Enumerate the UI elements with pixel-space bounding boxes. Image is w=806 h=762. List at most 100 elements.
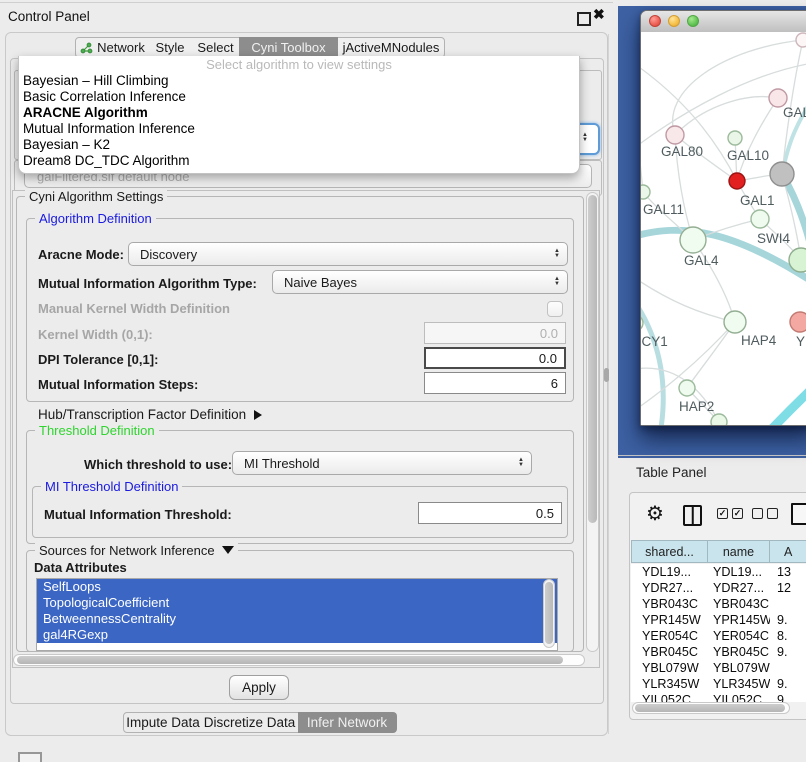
table-row[interactable]: YBL079W YBL079W — [631, 660, 806, 676]
dpi-tolerance-field[interactable]: 0.0 — [424, 347, 566, 369]
data-attribute-option[interactable]: gal4RGexp — [37, 627, 557, 643]
algorithm-dropdown-hint: Select algorithm to view settings — [19, 56, 579, 73]
cell-value: 12 — [770, 580, 806, 596]
mi-type-combo[interactable]: Naive Bayes ▲▼ — [272, 270, 568, 294]
columns-icon[interactable] — [683, 505, 702, 526]
network-node[interactable] — [724, 311, 746, 333]
which-threshold-combo[interactable]: MI Threshold ▲▼ — [232, 451, 532, 475]
aracne-mode-combo[interactable]: Discovery ▲▼ — [128, 242, 568, 266]
network-node[interactable] — [728, 131, 742, 145]
algorithm-option[interactable]: ARACNE Algorithm — [19, 105, 579, 121]
algorithm-option[interactable]: Dream8 DC_TDC Algorithm — [19, 153, 579, 169]
cell-shared-name: YLR345W — [631, 676, 708, 692]
algorithm-option[interactable]: Basic Correlation Inference — [19, 89, 579, 105]
data-attribute-option[interactable]: BetweennessCentrality — [37, 611, 557, 627]
table-row[interactable]: YBR045C YBR045C 9. — [631, 644, 806, 660]
network-canvas[interactable]: GALGAL80GAL10GAL1GAL11GAL4SWI4GCY1HAP4YH… — [641, 32, 806, 425]
cell-name: YBL079W — [708, 660, 770, 676]
cell-name: YIL052C — [708, 692, 770, 702]
combo-arrows-icon: ▲▼ — [554, 249, 560, 259]
network-node[interactable] — [751, 210, 769, 228]
network-node[interactable] — [666, 126, 684, 144]
column-header-name[interactable]: name — [708, 540, 770, 563]
apply-button[interactable]: Apply — [229, 675, 289, 700]
network-node[interactable] — [789, 248, 806, 272]
tab-label: Select — [197, 40, 233, 55]
algorithm-dropdown-popup: Select algorithm to view settings Bayesi… — [18, 56, 580, 174]
algorithm-option[interactable]: Bayesian – K2 — [19, 137, 579, 153]
zoom-window-button[interactable] — [687, 15, 699, 27]
mi-type-label: Mutual Information Algorithm Type: — [38, 276, 257, 291]
export-table-icon[interactable] — [791, 503, 806, 525]
data-attribute-option[interactable]: SelfLoops — [37, 579, 557, 595]
scrollbar-thumb[interactable] — [588, 195, 597, 523]
network-node[interactable] — [641, 185, 650, 199]
data-attribute-option[interactable]: TopologicalCoefficient — [37, 595, 557, 611]
mi-steps-label: Mutual Information Steps: — [38, 377, 198, 392]
algorithm-option[interactable]: Mutual Information Inference — [19, 121, 579, 137]
network-edge — [641, 60, 737, 181]
column-header-shared-name[interactable]: shared... — [631, 540, 708, 563]
select-all-columns-icon[interactable]: ✓✓ — [717, 508, 743, 519]
table-row[interactable]: YDR27... YDR27... 12 — [631, 580, 806, 596]
table-body: YDL19... YDL19... 13 YDR27... YDR27... 1… — [631, 564, 806, 702]
gear-icon[interactable]: ⚙ — [646, 503, 664, 525]
network-node[interactable] — [796, 33, 806, 47]
unselect-all-columns-icon[interactable] — [752, 508, 778, 519]
tab-cyni-toolbox[interactable]: Cyni Toolbox — [239, 37, 339, 58]
splitter-grip[interactable] — [604, 368, 609, 382]
scrollbar-thumb[interactable] — [17, 656, 563, 664]
cell-shared-name: YBR045C — [631, 644, 708, 660]
mi-steps-field[interactable]: 6 — [424, 372, 566, 394]
sources-group-title[interactable]: Sources for Network Inference — [35, 543, 238, 558]
combo-value: MI Threshold — [244, 456, 518, 471]
cell-name: YPR145W — [708, 612, 770, 628]
scrollbar-thumb[interactable] — [545, 582, 553, 644]
network-edge — [641, 294, 663, 425]
table-row[interactable]: YIL052C YIL052C 9 — [631, 692, 806, 702]
table-row[interactable]: YLR345W YLR345W 9. — [631, 676, 806, 692]
window-titlebar[interactable] — [641, 11, 806, 33]
close-window-button[interactable] — [649, 15, 661, 27]
cell-value: 9. — [770, 644, 806, 660]
hub-section-header[interactable]: Hub/Transcription Factor Definition — [38, 407, 262, 422]
network-node[interactable] — [711, 414, 727, 425]
network-node-label: HAP4 — [741, 333, 777, 348]
tab-label: Cyni Toolbox — [251, 40, 325, 55]
hub-section-label: Hub/Transcription Factor Definition — [38, 407, 246, 422]
network-node[interactable] — [790, 312, 806, 332]
table-row[interactable]: YDL19... YDL19... 13 — [631, 564, 806, 580]
combo-value: Naive Bayes — [284, 275, 554, 290]
float-panel-icon[interactable] — [577, 12, 591, 26]
tab-impute-data[interactable]: Impute Data — [123, 712, 203, 733]
column-header-clipped[interactable]: A — [770, 540, 806, 563]
network-node-label: Y — [796, 334, 805, 349]
network-node[interactable] — [680, 227, 706, 253]
cell-value: 9. — [770, 612, 806, 628]
scrollbar-thumb[interactable] — [635, 704, 785, 712]
manual-kernel-checkbox[interactable] — [547, 301, 563, 317]
minimize-window-button[interactable] — [668, 15, 680, 27]
tab-style[interactable]: Style — [148, 37, 193, 58]
table-row[interactable]: YBR043C YBR043C — [631, 596, 806, 612]
minimized-panel-icon[interactable] — [18, 752, 42, 762]
network-node[interactable] — [679, 380, 695, 396]
tab-infer-network[interactable]: Infer Network — [298, 712, 397, 733]
network-node[interactable] — [729, 173, 745, 189]
algorithm-option[interactable]: Bayesian – Hill Climbing — [19, 73, 579, 89]
panel-splitter[interactable] — [608, 34, 609, 734]
close-icon[interactable]: ✖ — [593, 6, 605, 23]
table-row[interactable]: YPR145W YPR145W 9. — [631, 612, 806, 628]
mi-threshold-field[interactable]: 0.5 — [418, 502, 562, 524]
tab-network[interactable]: Network — [75, 37, 150, 58]
tab-jactivemnodules[interactable]: jActiveMNodules — [338, 37, 445, 58]
table-row[interactable]: YER054C YER054C 8. — [631, 628, 806, 644]
kernel-width-field[interactable]: 0.0 — [424, 322, 566, 344]
tab-select[interactable]: Select — [192, 37, 240, 58]
network-view-window[interactable]: GALGAL80GAL10GAL1GAL11GAL4SWI4GCY1HAP4YH… — [640, 10, 806, 426]
tab-discretize-data[interactable]: Discretize Data — [201, 712, 299, 733]
network-node-label: SWI4 — [757, 231, 790, 246]
combo-arrows-icon: ▲▼ — [518, 458, 524, 468]
attribute-list-scrollbar — [543, 579, 555, 648]
network-node[interactable] — [770, 162, 794, 186]
